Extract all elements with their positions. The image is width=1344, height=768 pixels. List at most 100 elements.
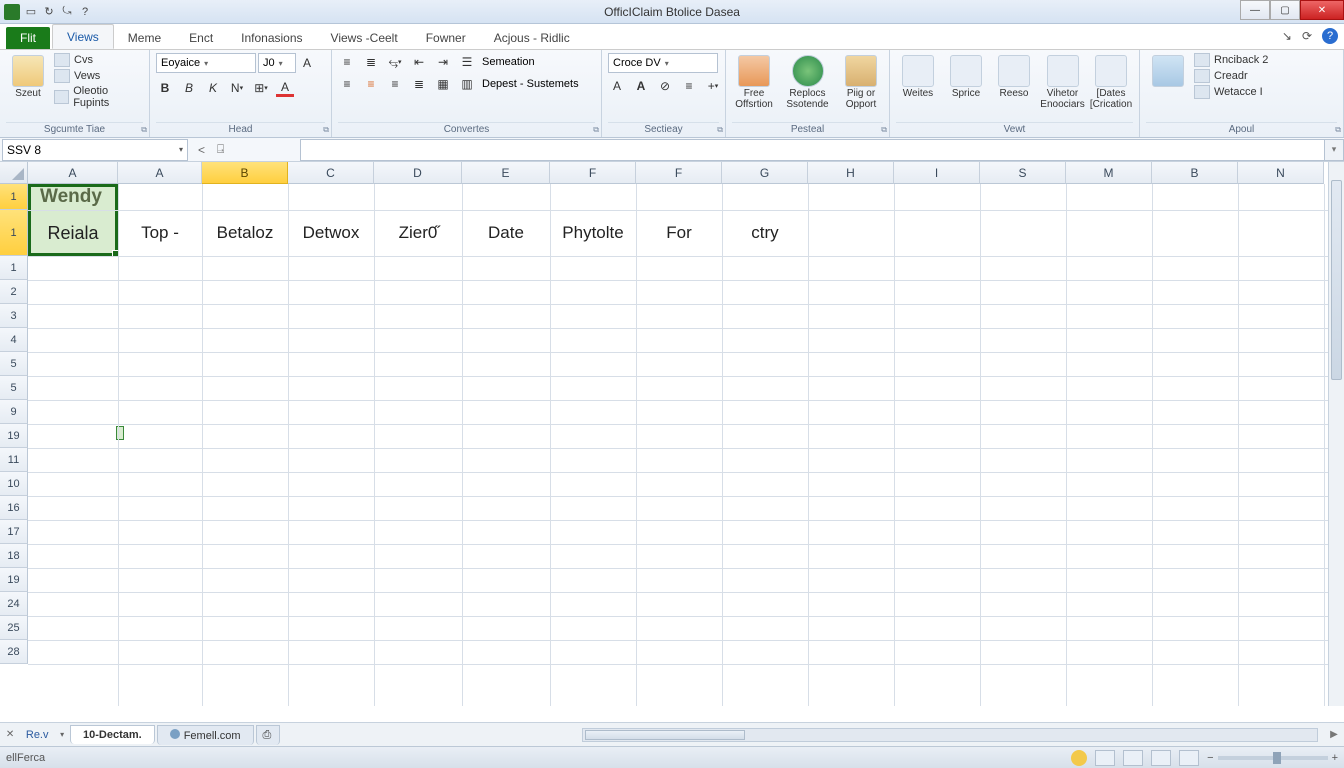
tab-infonasions[interactable]: Infonasions [227, 26, 316, 49]
view-4-icon[interactable] [1179, 750, 1199, 766]
weites-button[interactable]: Weites [896, 53, 940, 101]
tab-meme[interactable]: Meme [114, 26, 175, 49]
comma-icon[interactable]: ⊘ [656, 77, 674, 95]
sheet-nav-first-icon[interactable]: ✕ [6, 729, 14, 740]
depest-button[interactable]: Depest - Sustemets [482, 78, 579, 90]
fx-icon[interactable]: ⍈ [217, 142, 224, 157]
sheet-tab-new[interactable]: ⎙ [256, 725, 280, 745]
vertical-scrollbar[interactable] [1328, 162, 1344, 706]
cell[interactable]: Detwox [288, 210, 374, 256]
cancel-formula-icon[interactable]: < [198, 143, 205, 157]
view-layout-icon[interactable] [1123, 750, 1143, 766]
qat-new-icon[interactable]: ▭ [24, 5, 38, 19]
sheet-tab-active[interactable]: 10-Dectam. [70, 725, 155, 744]
justify-icon[interactable]: ≣ [410, 75, 428, 93]
font-combo[interactable]: Eoyaice▾ [156, 53, 256, 73]
row-header[interactable]: 11 [0, 448, 28, 472]
semeation-button[interactable]: Semeation [482, 56, 535, 68]
row-header[interactable]: 25 [0, 616, 28, 640]
align-right-icon[interactable]: ≡ [386, 75, 404, 93]
group-launcher-icon[interactable]: ⧉ [141, 125, 147, 135]
col-header[interactable]: C [288, 162, 374, 184]
number-format-combo[interactable]: Croce DV▾ [608, 53, 718, 73]
indent-dec-icon[interactable]: ⇤ [410, 53, 428, 71]
paste-button[interactable]: Szeut [6, 53, 50, 101]
dates-button[interactable]: [Dates [Crication [1089, 53, 1133, 112]
group-launcher-icon[interactable]: ⧉ [323, 125, 329, 135]
cell[interactable]: ctry [722, 210, 808, 256]
row-header[interactable]: 28 [0, 640, 28, 664]
col-header[interactable]: H [808, 162, 894, 184]
align-left-icon[interactable]: ≡ [338, 75, 356, 93]
sheet-tab-2[interactable]: Femell.com [157, 725, 254, 745]
scroll-thumb[interactable] [1331, 180, 1342, 380]
dec-dec-icon[interactable]: +▾ [704, 77, 722, 95]
close-button[interactable]: ✕ [1300, 0, 1344, 20]
col-header[interactable]: A [28, 162, 118, 184]
group-launcher-icon[interactable]: ⧉ [593, 125, 599, 135]
sheet-prefix[interactable]: Re.v [26, 729, 49, 741]
cell-a1[interactable]: Wendy [34, 184, 108, 210]
tab-file[interactable]: Flit [6, 27, 50, 49]
free-offsrtion-button[interactable]: Free Offsrtion [732, 53, 776, 112]
vihetor-button[interactable]: Vihetor Enoociars [1040, 53, 1085, 112]
rnciback-button[interactable]: Rnciback 2 [1194, 53, 1268, 67]
help-icon[interactable]: ? [1322, 28, 1338, 44]
col-header[interactable]: N [1238, 162, 1324, 184]
replocs-button[interactable]: Replocs Ssotende [780, 53, 835, 112]
row-header[interactable]: 17 [0, 520, 28, 544]
cell[interactable]: For [636, 210, 722, 256]
row-header[interactable]: 16 [0, 496, 28, 520]
cell[interactable]: Zier0̋ [374, 210, 462, 256]
col-header[interactable]: A [118, 162, 202, 184]
cell[interactable]: Top - [118, 210, 202, 256]
apoul-big-button[interactable] [1146, 53, 1190, 89]
tab-acjous[interactable]: Acjous - Ridlic [480, 26, 584, 49]
underline-button[interactable]: K [204, 79, 222, 97]
row-headers[interactable]: 11123455919111016171819242528 [0, 184, 28, 722]
row-header[interactable]: 24 [0, 592, 28, 616]
align-top-icon[interactable]: ≡ [338, 53, 356, 71]
currency-icon[interactable]: A [608, 77, 626, 95]
border-button[interactable]: ⊞▾ [252, 79, 270, 97]
zoom-slider[interactable] [1218, 756, 1328, 760]
face-icon[interactable] [1071, 750, 1087, 766]
zoom-in-icon[interactable]: + [1332, 752, 1338, 764]
col-header[interactable]: F [636, 162, 722, 184]
fill-color-button[interactable]: A [276, 79, 294, 97]
row-header[interactable]: 10 [0, 472, 28, 496]
tab-enct[interactable]: Enct [175, 26, 227, 49]
strike-button[interactable]: N▾ [228, 79, 246, 97]
row-header[interactable]: 19 [0, 568, 28, 592]
cell[interactable]: Phytolte [550, 210, 636, 256]
group-launcher-icon[interactable]: ⧉ [717, 125, 723, 135]
qat-help-icon[interactable]: ? [78, 5, 92, 19]
creadr-button[interactable]: Creadr [1194, 69, 1268, 83]
merge2-icon[interactable]: ▥ [458, 75, 476, 93]
row-header[interactable]: 9 [0, 400, 28, 424]
sprice-button[interactable]: Sprice [944, 53, 988, 101]
group-launcher-icon[interactable]: ⧉ [881, 125, 887, 135]
tab-views[interactable]: Views [52, 24, 114, 49]
cell-a2[interactable]: Reiala [28, 210, 118, 256]
minimize-button[interactable]: — [1240, 0, 1270, 20]
qat-save-icon[interactable]: ↻ [42, 5, 56, 19]
col-header[interactable]: S [980, 162, 1066, 184]
sheet-nav-dd-icon[interactable]: ▾ [60, 730, 64, 739]
align-center-icon[interactable]: ≡ [362, 75, 380, 93]
inc-dec-icon[interactable]: ≡ [680, 77, 698, 95]
col-header[interactable]: M [1066, 162, 1152, 184]
ribbon-collapse-icon[interactable]: ↘ [1282, 29, 1292, 43]
percent-icon[interactable]: A [632, 77, 650, 95]
ribbon-options-icon[interactable]: ⟳ [1302, 29, 1312, 43]
col-header[interactable]: F [550, 162, 636, 184]
expand-formula-icon[interactable]: ▾ [1324, 139, 1344, 161]
row-header[interactable]: 1 [0, 256, 28, 280]
row-header[interactable]: 1 [0, 210, 28, 256]
cells-area[interactable]: Wendy Reiala Top -BetalozDetwoxZier0̋Dat… [28, 184, 1328, 706]
cell[interactable]: Date [462, 210, 550, 256]
spreadsheet-grid[interactable]: AABCDEFFGHISMBN 111234559191110161718192… [0, 162, 1344, 722]
maximize-button[interactable]: ▢ [1270, 0, 1300, 20]
orientation-icon[interactable]: ⥃▾ [386, 53, 404, 71]
row-header[interactable]: 5 [0, 376, 28, 400]
